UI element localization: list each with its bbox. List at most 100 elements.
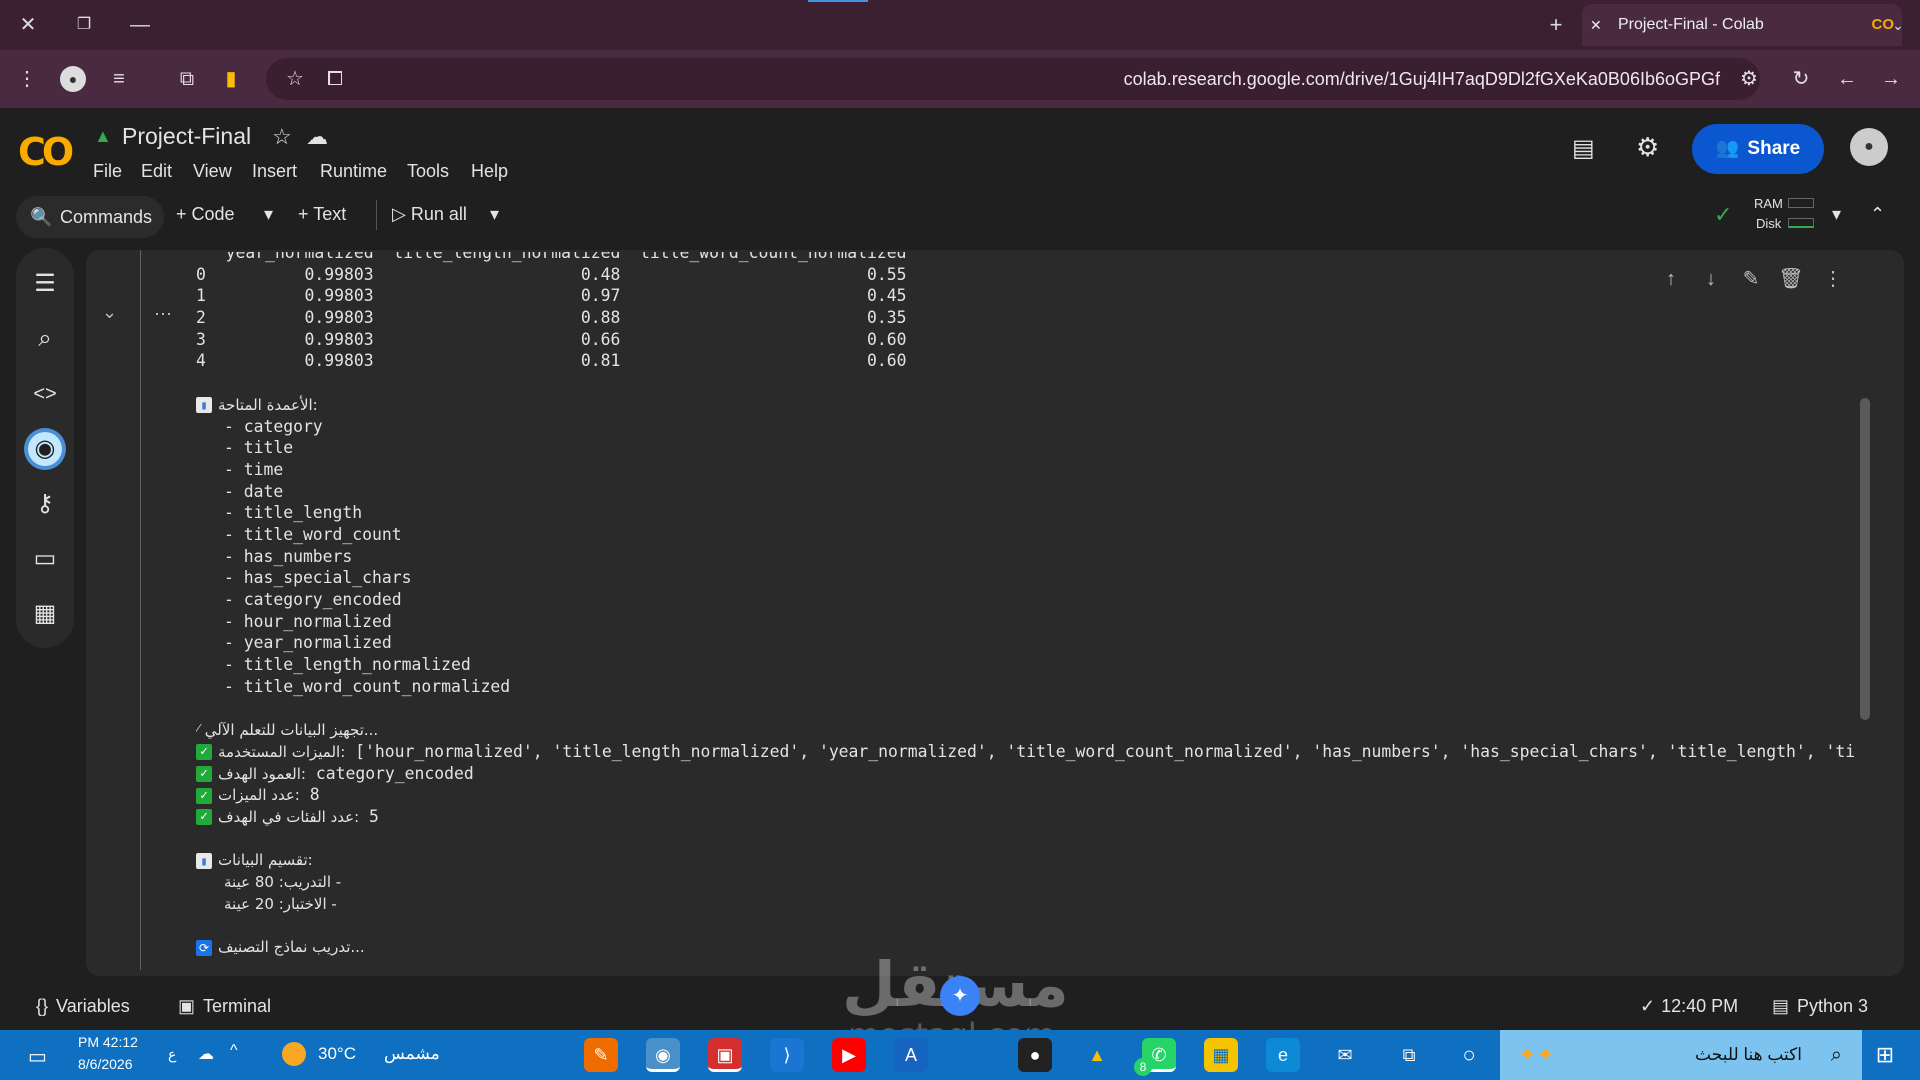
- microsoft-store-icon[interactable]: ▦: [1204, 1038, 1238, 1072]
- table-of-contents-icon[interactable]: ☰: [28, 267, 62, 301]
- move-cell-up-icon[interactable]: ↑: [1658, 266, 1684, 292]
- add-text-button[interactable]: + Text: [298, 204, 346, 225]
- terminal-button[interactable]: ▣ Terminal: [178, 996, 271, 1017]
- google-drive-icon[interactable]: ▲: [1080, 1038, 1114, 1072]
- move-cell-down-icon[interactable]: ↓: [1698, 266, 1724, 292]
- variables-braces-icon: {}: [36, 996, 49, 1016]
- pdf-reader-icon[interactable]: ▣: [708, 1038, 742, 1072]
- translate-icon[interactable]: ⧠: [322, 66, 348, 92]
- find-replace-icon[interactable]: ⌕: [28, 322, 62, 356]
- code-snippets-icon[interactable]: <>: [28, 377, 62, 411]
- task-view-icon[interactable]: ⧉: [1392, 1038, 1426, 1072]
- profile-avatar-icon[interactable]: ●: [60, 66, 86, 92]
- extensions-icon[interactable]: ⧉: [174, 66, 200, 92]
- bookmark-star-icon[interactable]: ☆: [282, 66, 308, 92]
- notebook-title[interactable]: Project-Final: [122, 123, 251, 150]
- browser-tab-active[interactable]: ✕ Project-Final - Colab CO: [1582, 4, 1902, 46]
- tab-title: Project-Final - Colab: [1618, 16, 1764, 33]
- clock-date[interactable]: 8/6/2026: [78, 1056, 133, 1072]
- n-features-label: :عدد الميزات: [218, 786, 300, 805]
- add-code-dropdown-icon[interactable]: ▾: [264, 204, 273, 225]
- secrets-key-icon[interactable]: ⚷: [28, 487, 62, 521]
- cloud-saved-icon[interactable]: ☁: [306, 124, 328, 150]
- comments-icon[interactable]: ▤: [1572, 134, 1595, 163]
- menu-view[interactable]: View: [193, 161, 232, 182]
- media-controls-icon[interactable]: ≡: [106, 66, 132, 92]
- gemini-sparkle-icon[interactable]: ✦: [940, 976, 980, 1016]
- menu-help[interactable]: Help: [471, 161, 508, 182]
- menu-insert[interactable]: Insert: [252, 161, 297, 182]
- weather-temp[interactable]: 30°C: [318, 1044, 356, 1064]
- chrome-app-icon[interactable]: ◉: [646, 1038, 680, 1072]
- menu-edit[interactable]: Edit: [141, 161, 172, 182]
- settings-gear-icon[interactable]: ⚙: [1636, 132, 1659, 163]
- clock-time[interactable]: PM 42:12: [78, 1034, 138, 1050]
- tray-chevron-icon[interactable]: ^: [230, 1042, 238, 1060]
- close-tab-icon[interactable]: ✕: [1590, 4, 1602, 46]
- output-actions-icon[interactable]: ⋯: [154, 304, 172, 325]
- list-item: - title_length: [224, 503, 363, 523]
- site-settings-icon[interactable]: ⚙: [1736, 66, 1762, 92]
- new-tab-icon[interactable]: +: [1536, 10, 1576, 40]
- variables-inspector-icon[interactable]: ◉: [28, 432, 62, 466]
- tab-list-chevron-icon[interactable]: ⌄: [1878, 10, 1918, 40]
- input-language[interactable]: ع: [168, 1046, 176, 1063]
- extension-yellow-icon[interactable]: ▮: [218, 66, 244, 92]
- edit-pencil-icon[interactable]: ✎: [1738, 266, 1764, 292]
- reload-icon[interactable]: ↻: [1788, 66, 1814, 92]
- back-icon[interactable]: ←: [1834, 66, 1860, 92]
- close-window-icon[interactable]: ✕: [8, 10, 48, 40]
- browser-menu-icon[interactable]: ⋮: [14, 66, 40, 92]
- delete-cell-icon[interactable]: 🗑: [1778, 266, 1804, 292]
- menu-file[interactable]: File: [93, 161, 122, 182]
- cortana-circle-icon[interactable]: ○: [1452, 1038, 1486, 1072]
- edge-browser-icon[interactable]: e: [1266, 1038, 1300, 1072]
- runtime-indicator[interactable]: ▤ Python 3: [1772, 996, 1868, 1017]
- features-label: :الميزات المستخدمة: [218, 742, 346, 761]
- more-actions-icon[interactable]: ⋮: [1820, 266, 1846, 292]
- star-icon[interactable]: ☆: [272, 124, 292, 150]
- vscode-icon[interactable]: ⟩: [770, 1038, 804, 1072]
- files-folder-icon[interactable]: ▭: [28, 542, 62, 576]
- variables-button[interactable]: {} Variables: [36, 996, 130, 1017]
- user-avatar[interactable]: ●: [1850, 128, 1888, 166]
- commands-button[interactable]: 🔍 Commands: [16, 196, 164, 238]
- taskbar-search[interactable]: ✦✦ اكتب هنا للبحث ⌕: [1500, 1030, 1862, 1080]
- table-row: 1 0.99803 0.97 0.45: [196, 286, 907, 306]
- collapse-header-icon[interactable]: ⌃: [1870, 204, 1885, 225]
- mail-icon[interactable]: ✉: [1328, 1038, 1362, 1072]
- restore-window-icon[interactable]: ❐: [64, 10, 104, 40]
- run-all-dropdown-icon[interactable]: ▾: [490, 204, 499, 225]
- github-icon[interactable]: ●: [1018, 1038, 1052, 1072]
- execution-status[interactable]: ✓ 12:40 PM: [1640, 996, 1738, 1017]
- app-store-icon[interactable]: A: [894, 1038, 928, 1072]
- training-heading: ...تدريب نماذج التصنيف: [218, 938, 365, 956]
- resources-dropdown-icon[interactable]: ▾: [1832, 204, 1841, 225]
- colab-logo[interactable]: CO: [18, 130, 74, 174]
- youtube-icon[interactable]: ▶: [832, 1038, 866, 1072]
- paint-app-icon[interactable]: ✎: [584, 1038, 618, 1072]
- menu-tools[interactable]: Tools: [407, 161, 449, 182]
- share-button[interactable]: 👥 Share: [1692, 124, 1824, 174]
- network-icon[interactable]: ☁: [198, 1044, 214, 1064]
- collapse-output-chevron-icon[interactable]: ⌄: [102, 302, 117, 323]
- windows-start-icon[interactable]: ⊞: [1872, 1042, 1898, 1068]
- table-row: 3 0.99803 0.66 0.60: [196, 329, 907, 349]
- notifications-icon[interactable]: ▭: [28, 1044, 47, 1069]
- run-all-button[interactable]: ▷ Run all: [392, 204, 467, 225]
- ram-meter: [1788, 198, 1814, 208]
- data-table-icon[interactable]: ▦: [28, 597, 62, 631]
- output-scrollbar[interactable]: [1860, 398, 1870, 720]
- list-item: - year_normalized: [224, 633, 392, 653]
- menu-runtime[interactable]: Runtime: [320, 161, 387, 182]
- add-text-label: Text: [313, 204, 347, 224]
- minimize-window-icon[interactable]: —: [120, 10, 160, 40]
- list-item: - title_length_normalized: [224, 655, 471, 675]
- add-code-button[interactable]: + Code: [176, 204, 235, 225]
- weather-text[interactable]: مشمس: [384, 1044, 440, 1064]
- url-text[interactable]: colab.research.google.com/drive/1Guj4IH7…: [1124, 69, 1720, 90]
- list-item: - category_encoded: [224, 590, 402, 609]
- search-icon: 🔍: [30, 207, 53, 227]
- list-item: - title_word_count: [224, 524, 402, 544]
- forward-icon[interactable]: →: [1878, 66, 1904, 92]
